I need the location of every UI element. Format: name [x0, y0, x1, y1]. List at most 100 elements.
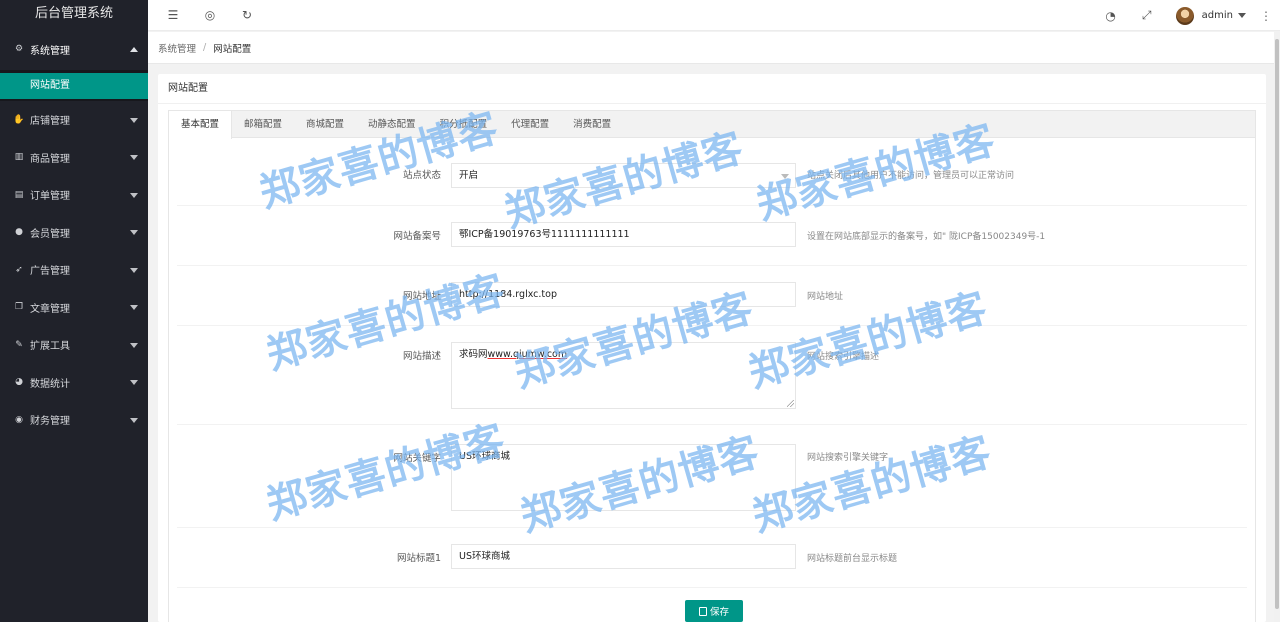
sidebar-item-tools[interactable]: ✎ 扩展工具	[0, 326, 148, 364]
sidebar-item-stats[interactable]: ◕ 数据统计	[0, 364, 148, 402]
site-status-hint: 站点关闭后其他用户不能访问，管理员可以正常访问	[807, 171, 1015, 181]
url-hint: 网站地址	[807, 292, 844, 302]
keywords-label: 网站关键字	[393, 453, 441, 464]
form-row-title1: 网站标题1 US环球商城 网站标题前台显示标题	[177, 528, 1247, 588]
icp-label: 网站备案号	[393, 231, 441, 242]
site-status-value: 开启	[459, 170, 479, 181]
rocket-icon: ➶	[15, 264, 23, 275]
hand-icon: ✋	[13, 114, 25, 125]
sidebar-item-label: 店铺管理	[30, 116, 70, 128]
chevron-down-icon	[781, 174, 789, 179]
breadcrumb: 系统管理 / 网站配置	[148, 32, 1274, 64]
chevron-down-icon	[130, 380, 138, 386]
chevron-down-icon	[130, 230, 138, 236]
circle-dot-icon: ◉	[15, 414, 23, 425]
tab-agent[interactable]: 代理配置	[499, 111, 561, 138]
sidebar-item-articles[interactable]: ❐ 文章管理	[0, 289, 148, 327]
user-name[interactable]: admin	[1202, 10, 1233, 21]
sidebar-item-label: 系统管理	[30, 45, 70, 57]
sidebar-item-system[interactable]: ⚙ 系统管理	[0, 28, 148, 70]
sidebar-item-label: 会员管理	[30, 228, 70, 240]
chevron-down-icon[interactable]	[1238, 13, 1246, 18]
refresh-icon[interactable]: ↻	[240, 8, 254, 22]
header-right-tools: ◔ ⤢ admin ⋮	[1104, 0, 1280, 31]
sidebar-item-label: 商品管理	[30, 153, 70, 165]
resize-handle-icon[interactable]	[787, 400, 794, 407]
description-textarea[interactable]: 求码网www.qiumw.com	[451, 342, 796, 409]
avatar[interactable]	[1175, 6, 1194, 25]
sidebar-item-label: 扩展工具	[30, 341, 70, 353]
sidebar-item-label: 文章管理	[30, 303, 70, 315]
url-input[interactable]: http://1184.rglxc.top	[451, 282, 796, 307]
sidebar-item-label: 广告管理	[30, 266, 70, 278]
sidebar-item-label: 财务管理	[30, 416, 70, 428]
tab-email[interactable]: 邮箱配置	[232, 111, 294, 138]
description-label: 网站描述	[402, 351, 441, 362]
tab-points[interactable]: 积分抵配置	[428, 111, 500, 138]
pie-chart-icon: ◕	[15, 377, 23, 388]
tab-basic[interactable]: 基本配置	[169, 111, 233, 139]
sidebar-submenu: 网站配置	[0, 70, 148, 101]
document-icon	[698, 606, 707, 616]
gear-icon: ⚙	[14, 44, 24, 54]
menu-fold-icon[interactable]: ☰	[166, 8, 180, 22]
sidebar-item-members[interactable]: ● 会员管理	[0, 214, 148, 252]
description-hint: 网站搜索引擎描述	[807, 352, 880, 362]
top-header: ☰ ◎ ↻ ◔ ⤢ admin ⋮	[148, 0, 1280, 31]
title1-hint: 网站标题前台显示标题	[807, 554, 898, 564]
wrench-icon: ✎	[15, 339, 23, 350]
calendar-icon: ▤	[14, 189, 24, 200]
keywords-hint: 网站搜索引擎关键字	[807, 453, 889, 463]
url-label: 网站地址	[402, 291, 441, 302]
save-button[interactable]: 保存	[685, 600, 743, 622]
bar-chart-icon: ▥	[14, 152, 24, 163]
sidebar-item-orders[interactable]: ▤ 订单管理	[0, 176, 148, 214]
page-scrollbar[interactable]	[1274, 31, 1280, 622]
tab-consume[interactable]: 消费配置	[561, 111, 623, 138]
breadcrumb-separator: /	[203, 42, 207, 53]
description-text: 求码网	[459, 349, 488, 360]
sidebar-item-shop[interactable]: ✋ 店铺管理	[0, 101, 148, 139]
site-status-select[interactable]: 开启	[451, 163, 796, 188]
fullscreen-icon[interactable]: ⤢	[1140, 8, 1154, 23]
chevron-down-icon	[130, 267, 138, 273]
chevron-down-icon	[130, 155, 138, 161]
keywords-text: US环球商城	[459, 451, 510, 462]
app-logo-title: 后台管理系统	[0, 0, 148, 28]
chevron-down-icon	[130, 342, 138, 348]
chevron-down-icon	[130, 305, 138, 311]
more-vertical-icon[interactable]: ⋮	[1260, 9, 1272, 23]
sidebar-subitem-site-config[interactable]: 网站配置	[0, 73, 148, 99]
breadcrumb-current: 网站配置	[213, 43, 252, 55]
form-row-icp: 网站备案号 鄂ICP备19019763号1111111111111 设置在网站底…	[177, 206, 1247, 266]
form-row-site-status: 站点状态 开启 站点关闭后其他用户不能访问，管理员可以正常访问	[177, 161, 1247, 206]
sidebar-item-label: 订单管理	[30, 191, 70, 203]
globe-icon[interactable]: ◎	[203, 8, 217, 22]
title1-input[interactable]: US环球商城	[451, 544, 796, 569]
sidebar: 后台管理系统 ⚙ 系统管理 网站配置 ✋ 店铺管理 ▥ 商品管理 ▤ 订单管理 …	[0, 0, 148, 622]
theme-icon[interactable]: ◔	[1104, 9, 1118, 23]
title1-label: 网站标题1	[396, 553, 441, 564]
icp-hint: 设置在网站底部显示的备案号，如" 陇ICP备15002349号-1	[807, 232, 1046, 242]
form-row-description: 网站描述 求码网www.qiumw.com 网站搜索引擎描述	[177, 326, 1247, 425]
page-title: 网站配置	[158, 74, 1266, 104]
config-tabs: 基本配置 邮箱配置 商城配置 动静态配置 积分抵配置 代理配置 消费配置	[169, 111, 1255, 139]
sidebar-item-finance[interactable]: ◉ 财务管理	[0, 401, 148, 439]
keywords-textarea[interactable]: US环球商城	[451, 444, 796, 511]
sidebar-item-goods[interactable]: ▥ 商品管理	[0, 139, 148, 177]
chevron-down-icon	[130, 117, 138, 123]
config-tabs-panel: 基本配置 邮箱配置 商城配置 动静态配置 积分抵配置 代理配置 消费配置 站点状…	[168, 110, 1256, 622]
sidebar-item-label: 数据统计	[30, 378, 70, 390]
save-button-label: 保存	[709, 607, 729, 618]
tab-static[interactable]: 动静态配置	[356, 111, 428, 138]
site-status-label: 站点状态	[402, 170, 441, 181]
users-icon: ●	[15, 227, 23, 238]
breadcrumb-parent[interactable]: 系统管理	[158, 41, 196, 55]
form-row-url: 网站地址 http://1184.rglxc.top 网站地址	[177, 266, 1247, 326]
icp-input[interactable]: 鄂ICP备19019763号1111111111111	[451, 222, 796, 247]
chevron-down-icon	[130, 192, 138, 198]
scrollbar-thumb[interactable]	[1275, 39, 1279, 609]
chevron-up-icon	[130, 47, 138, 52]
sidebar-item-ads[interactable]: ➶ 广告管理	[0, 251, 148, 289]
tab-mall[interactable]: 商城配置	[294, 111, 356, 138]
